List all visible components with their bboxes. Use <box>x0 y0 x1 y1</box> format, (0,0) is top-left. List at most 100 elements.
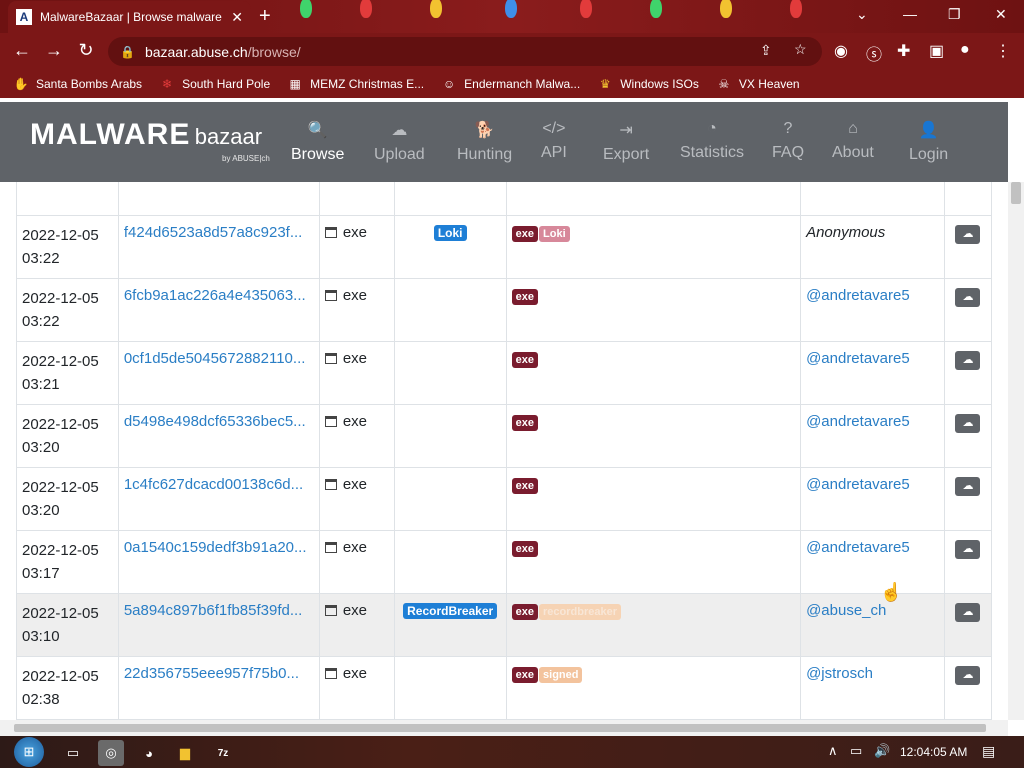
chevron-down-icon[interactable]: ⌄ <box>856 6 868 23</box>
sha256-link[interactable]: 1c4fc627dcacd00138c6d... <box>124 476 303 493</box>
reporter-link[interactable]: @andretavare5 <box>806 476 910 493</box>
nav-hunting[interactable]: 🐕 Hunting <box>457 120 512 164</box>
extension-flag-icon[interactable]: ◉ <box>834 41 848 61</box>
sha256-link[interactable]: d5498e498dcf65336bec5... <box>124 413 306 430</box>
sha256-link[interactable]: 0a1540c159dedf3b91a20... <box>124 539 307 556</box>
reporter-link[interactable]: @andretavare5 <box>806 350 910 367</box>
share-icon[interactable]: ⇪ <box>760 42 772 59</box>
nav-browse[interactable]: 🔍 Browse <box>291 120 344 164</box>
cloud-download-icon[interactable]: ☁ <box>955 476 981 496</box>
cloud-download-icon[interactable]: ☁ <box>955 602 981 622</box>
tag-badge[interactable]: recordbreaker <box>539 603 622 620</box>
tag-badge[interactable]: exe <box>511 477 539 494</box>
table-row[interactable]: 2022-12-05 03:20 1c4fc627dcacd00138c6d... e… <box>16 466 993 531</box>
nav-about[interactable]: ⌂ About <box>832 120 874 162</box>
reporter-link[interactable]: @andretavare5 <box>806 287 910 304</box>
table-row[interactable]: 2022-12-05 02:38 22d356755eee957f75b0... ex… <box>16 655 993 720</box>
tag-badge[interactable]: exe <box>511 666 539 683</box>
reporter-link[interactable]: @andretavare5 <box>806 539 910 556</box>
firefox-icon[interactable]: ◕ <box>136 740 162 766</box>
file-type-cell: exe <box>318 340 395 405</box>
side-panel-icon[interactable]: ▣ <box>929 41 944 61</box>
new-tab-plus-icon[interactable]: + <box>259 5 271 28</box>
minimize-icon[interactable]: — <box>903 6 917 22</box>
question-icon: ? <box>783 120 793 137</box>
extension-s-icon[interactable]: ⓢ <box>866 41 882 65</box>
reporter-link[interactable]: @andretavare5 <box>806 413 910 430</box>
sha256-link[interactable]: 0cf1d5de5045672882110... <box>124 350 306 367</box>
cloud-download-icon[interactable]: ☁ <box>955 539 981 559</box>
cloud-download-icon[interactable]: ☁ <box>955 665 981 685</box>
bookmark-item[interactable]: ❄ South Hard Pole <box>160 77 270 91</box>
sha256-link[interactable]: f424d6523a8d57a8c923f... <box>124 224 303 241</box>
tag-badge[interactable]: exe <box>511 288 539 305</box>
restore-icon[interactable]: ❐ <box>948 6 961 23</box>
bookmark-item[interactable]: ♛ Windows ISOs <box>598 77 699 91</box>
bookmark-item[interactable]: ☠ VX Heaven <box>717 77 800 91</box>
signature-badge[interactable]: RecordBreaker <box>403 602 498 619</box>
chrome-icon[interactable]: ◎ <box>98 740 124 766</box>
extensions-puzzle-icon[interactable]: ✚ <box>897 41 910 61</box>
nav-export[interactable]: ⇥ Export <box>603 120 649 164</box>
scrollbar-thumb[interactable] <box>1011 182 1021 204</box>
sha256-link[interactable]: 6fcb9a1ac226a4e435063... <box>124 287 306 304</box>
tag-badge[interactable]: signed <box>539 666 583 683</box>
reload-icon[interactable]: ↻ <box>70 40 102 61</box>
bookmark-item[interactable]: ☺ Endermanch Malwa... <box>442 77 580 91</box>
file-explorer-icon[interactable]: ▆ <box>172 740 198 766</box>
address-bar[interactable]: 🔒 bazaar.abuse.ch/browse/ ⇪ ☆ <box>108 37 822 66</box>
malwarebazaar-logo[interactable]: MALWARE bazaar by ABUSE|ch <box>30 118 270 163</box>
tag-badge[interactable]: exe <box>511 351 539 368</box>
notification-icon[interactable]: ▤ <box>982 743 995 760</box>
forward-arrow-icon[interactable]: → <box>38 40 70 61</box>
task-view-icon[interactable]: ▭ <box>60 740 86 766</box>
nav-upload[interactable]: ☁ Upload <box>374 120 425 164</box>
sha256-link[interactable]: 5a894c897b6f1fb85f39fd... <box>124 602 303 619</box>
file-icon <box>324 541 337 553</box>
tag-badge[interactable]: exe <box>511 540 539 557</box>
url-path: /browse/ <box>247 43 301 60</box>
scrollbar-thumb[interactable] <box>14 724 986 732</box>
volume-icon[interactable]: 🔊 <box>874 743 890 759</box>
table-row[interactable]: 2022-12-05 03:21 0cf1d5de5045672882110... e… <box>16 340 993 405</box>
start-orb-icon[interactable]: ⊞ <box>14 737 44 767</box>
bookmark-star-icon[interactable]: ☆ <box>794 41 807 58</box>
reporter-link[interactable]: @jstrosch <box>806 665 873 682</box>
cloud-download-icon[interactable]: ☁ <box>955 224 981 244</box>
reporter-link[interactable]: @abuse_ch <box>806 602 886 619</box>
nav-api[interactable]: </> API <box>541 120 567 162</box>
nav-login[interactable]: 👤 Login <box>909 120 948 164</box>
browser-tab[interactable]: A MalwareBazaar | Browse malware ✕ <box>8 1 251 33</box>
table-row[interactable]: 2022-12-05 03:17 0a1540c159dedf3b91a20... e… <box>16 529 993 594</box>
tray-chevron-up-icon[interactable]: ∧ <box>828 743 838 759</box>
horizontal-scrollbar[interactable] <box>0 720 1008 736</box>
nav-faq[interactable]: ? FAQ <box>772 120 804 162</box>
bookmark-item[interactable]: ▦ MEMZ Christmas E... <box>288 77 424 91</box>
sha256-link[interactable]: 22d356755eee957f75b0... <box>124 665 299 682</box>
nav-label: Statistics <box>680 144 745 161</box>
close-icon[interactable]: ✕ <box>231 9 243 26</box>
vertical-scrollbar[interactable] <box>1008 182 1024 720</box>
tag-badge[interactable]: exe <box>511 603 539 620</box>
table-row[interactable]: 2022-12-05 03:22 6fcb9a1ac226a4e435063... e… <box>16 277 993 342</box>
nav-statistics[interactable]: ◔ Statistics <box>680 120 744 162</box>
table-row[interactable]: 2022-12-05 03:20 d5498e498dcf65336bec5... e… <box>16 403 993 468</box>
network-icon[interactable]: ▭ <box>850 743 862 759</box>
cloud-download-icon[interactable]: ☁ <box>955 350 981 370</box>
cloud-download-icon[interactable]: ☁ <box>955 413 981 433</box>
signature-badge[interactable]: Loki <box>433 224 467 241</box>
back-arrow-icon[interactable]: ← <box>6 40 38 61</box>
taskbar-clock[interactable]: 12:04:05 AM <box>900 745 967 759</box>
tag-badge[interactable]: Loki <box>539 225 570 242</box>
tag-badge[interactable]: exe <box>511 225 539 242</box>
cloud-download-icon[interactable]: ☁ <box>955 287 981 307</box>
bookmark-item[interactable]: ✋ Santa Bombs Arabs <box>14 77 143 91</box>
7zip-icon[interactable]: 7z <box>210 740 236 766</box>
profile-avatar-icon[interactable]: ● <box>960 41 970 59</box>
close-window-icon[interactable]: ✕ <box>995 6 1007 23</box>
menu-kebab-icon[interactable]: ⋮ <box>995 41 1011 61</box>
tag-badge[interactable]: exe <box>511 414 539 431</box>
table-row[interactable]: 2022-12-05 03:10 5a894c897b6f1fb85f39fd...… <box>16 592 993 657</box>
table-row[interactable]: 2022-12-05 03:22 f424d6523a8d57a8c923f... e… <box>16 214 993 279</box>
file-icon <box>324 226 337 238</box>
